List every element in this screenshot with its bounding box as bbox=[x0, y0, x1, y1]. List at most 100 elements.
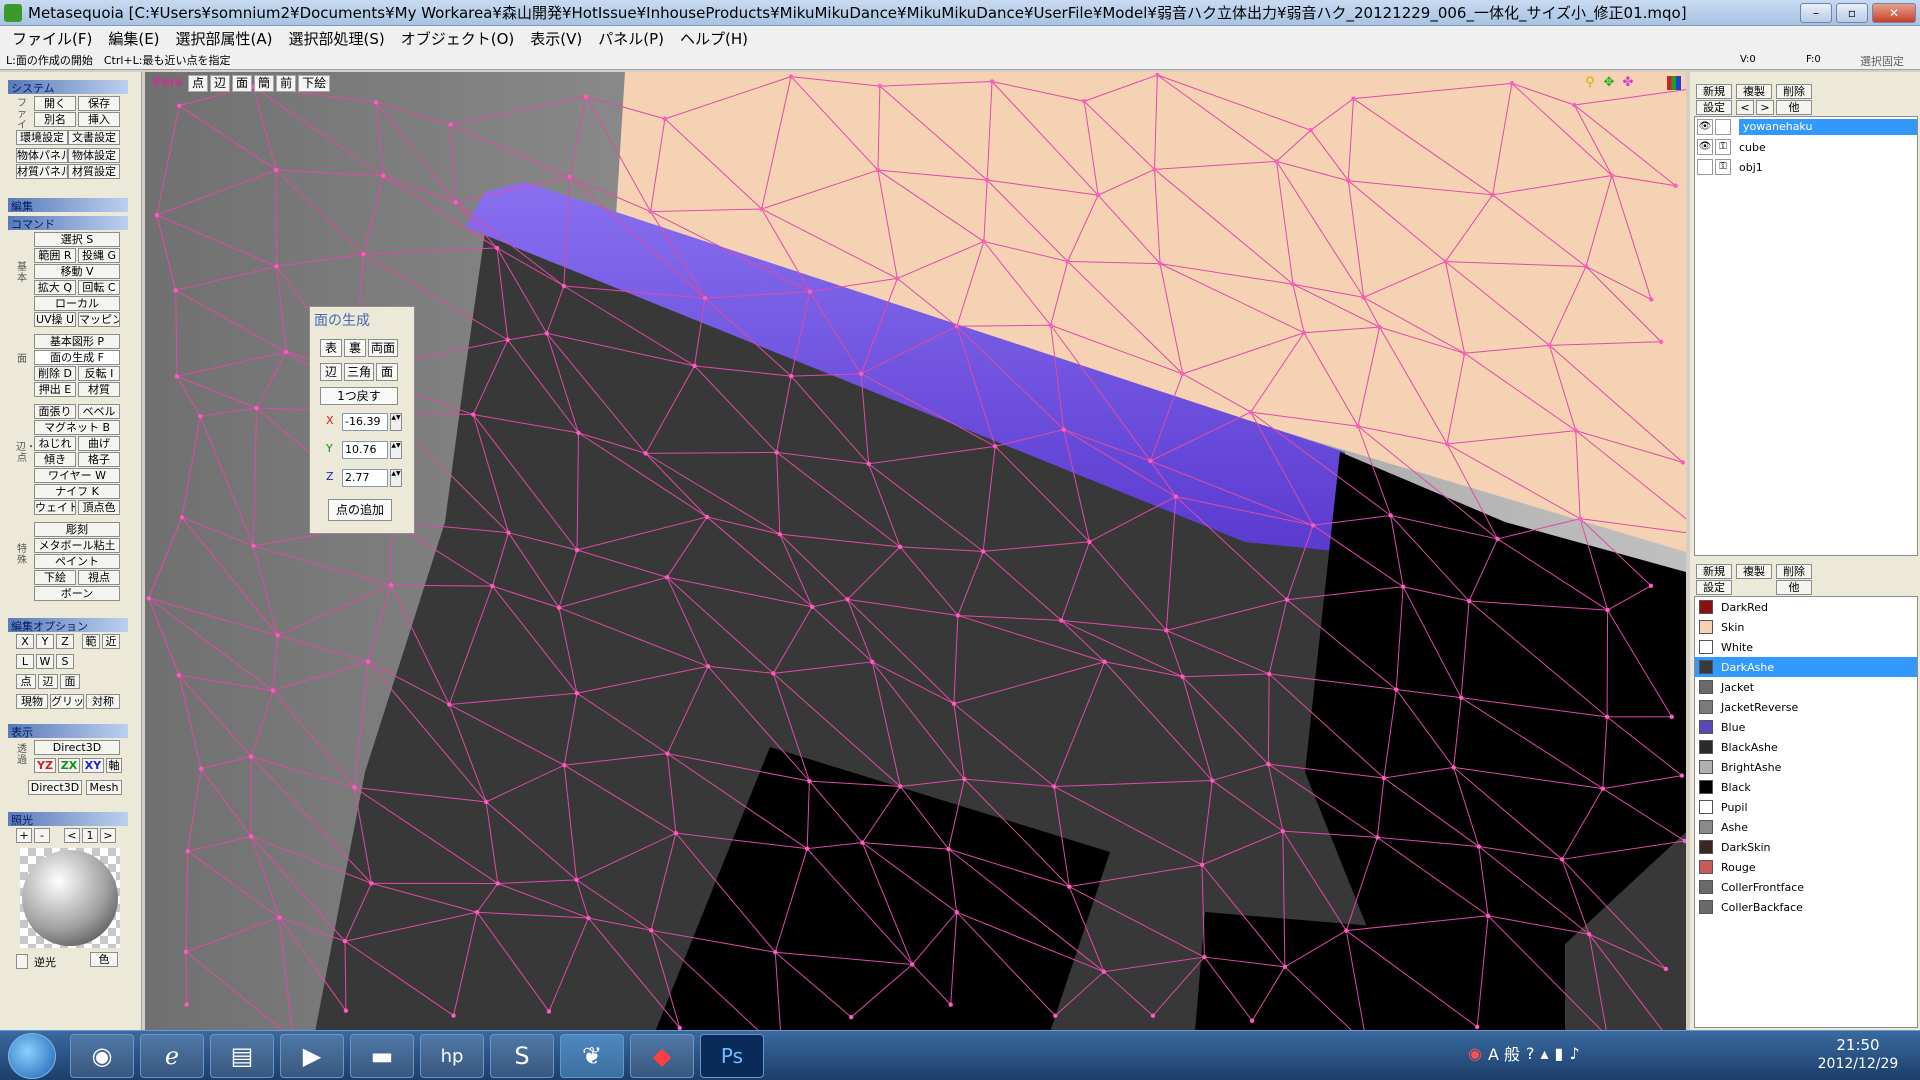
metaball-button[interactable]: メタボール粘土 bbox=[34, 538, 120, 553]
menu-object[interactable]: オブジェクト(O) bbox=[393, 28, 523, 49]
object-delete-button[interactable]: 削除 bbox=[1776, 84, 1812, 99]
material-clone-button[interactable]: 複製 bbox=[1736, 564, 1772, 579]
range-button[interactable]: 範囲 R bbox=[34, 248, 76, 263]
y-coordinate-input[interactable]: 10.76 bbox=[342, 441, 388, 459]
rotate-view-icon[interactable]: ✤ bbox=[1621, 76, 1635, 90]
env-settings-button[interactable]: 環境設定 bbox=[16, 130, 68, 145]
uv-button[interactable]: UV操 U bbox=[34, 312, 76, 327]
mesh-mode-button[interactable]: Mesh bbox=[86, 780, 122, 795]
light-color-button[interactable]: 色 bbox=[90, 952, 118, 967]
doc-settings-button[interactable]: 文書設定 bbox=[68, 130, 120, 145]
face-button[interactable]: 面 bbox=[376, 363, 398, 381]
bend-button[interactable]: 曲げ bbox=[78, 436, 120, 451]
world-w-toggle[interactable]: W bbox=[36, 654, 54, 669]
acrobat-icon[interactable]: ◆ bbox=[630, 1034, 694, 1078]
lock-icon[interactable]: ⚿ bbox=[1715, 159, 1731, 175]
material-row[interactable]: Pupil bbox=[1695, 797, 1917, 817]
both-faces-button[interactable]: 両面 bbox=[368, 339, 398, 357]
lock-icon[interactable] bbox=[1715, 119, 1731, 135]
twist-button[interactable]: ねじれ bbox=[34, 436, 76, 451]
current-object-toggle[interactable]: 現物 bbox=[16, 694, 48, 709]
explorer-icon[interactable]: ▤ bbox=[210, 1034, 274, 1078]
paint-button[interactable]: ペイント bbox=[34, 554, 120, 569]
underlay-button[interactable]: 下絵 bbox=[34, 570, 76, 585]
object-row[interactable]: 👁 yowanehaku bbox=[1695, 117, 1917, 137]
object-panel-button[interactable]: 物体パネル bbox=[16, 148, 68, 163]
ime-mode[interactable]: A 般 bbox=[1488, 1041, 1520, 1065]
weight-button[interactable]: ウェイト bbox=[34, 500, 76, 515]
sculpt-button[interactable]: 彫刻 bbox=[34, 522, 120, 537]
material-assign-button[interactable]: 材質 bbox=[78, 382, 120, 397]
xy-view-button[interactable]: XY bbox=[82, 758, 104, 773]
eye-icon[interactable] bbox=[1697, 159, 1713, 175]
move-button[interactable]: 移動 V bbox=[34, 264, 120, 279]
media-player-icon[interactable]: ▶ bbox=[280, 1034, 344, 1078]
face-stretch-button[interactable]: 面張り bbox=[34, 404, 76, 419]
tray-expand-icon[interactable]: ▴ bbox=[1541, 1044, 1549, 1063]
clock[interactable]: 21:50 2012/12/29 bbox=[1808, 1036, 1908, 1074]
perspective-toggle[interactable]: Pers bbox=[150, 75, 186, 92]
menu-selection-process[interactable]: 選択部処理(S) bbox=[281, 28, 393, 49]
material-row[interactable]: DarkAshe bbox=[1695, 657, 1917, 677]
neighbor-toggle[interactable]: 近 bbox=[102, 634, 120, 649]
material-row[interactable]: Ashe bbox=[1695, 817, 1917, 837]
edge-mode-toggle[interactable]: 辺 bbox=[38, 674, 58, 689]
material-row[interactable]: Rouge bbox=[1695, 857, 1917, 877]
material-row[interactable]: BlackAshe bbox=[1695, 737, 1917, 757]
back-face-button[interactable]: 裏 bbox=[344, 339, 366, 357]
material-panel-button[interactable]: 材質パネル bbox=[16, 164, 68, 179]
undo-one-button[interactable]: 1つ戻す bbox=[320, 387, 398, 405]
hp-icon[interactable]: hp bbox=[420, 1034, 484, 1078]
grid-toggle[interactable]: グリッド bbox=[50, 694, 84, 709]
open-button[interactable]: 開く bbox=[34, 96, 76, 111]
menu-view[interactable]: 表示(V) bbox=[522, 28, 590, 49]
insert-button[interactable]: 挿入 bbox=[78, 112, 120, 127]
bevel-button[interactable]: ベベル bbox=[78, 404, 120, 419]
z-coordinate-input[interactable]: 2.77 bbox=[342, 469, 388, 487]
viewpoint-button[interactable]: 視点 bbox=[78, 570, 120, 585]
object-settings-button[interactable]: 設定 bbox=[1696, 100, 1732, 115]
y-spinner[interactable]: ▲▼ bbox=[390, 441, 402, 459]
triangle-button[interactable]: 三角 bbox=[344, 363, 374, 381]
material-row[interactable]: CollerBackface bbox=[1695, 897, 1917, 917]
material-row[interactable]: JacketReverse bbox=[1695, 697, 1917, 717]
delete-face-button[interactable]: 削除 D bbox=[34, 366, 76, 381]
direct3d-mode-button[interactable]: Direct3D bbox=[28, 780, 82, 795]
underlay-display-toggle[interactable]: 下絵 bbox=[298, 74, 331, 92]
eye-icon[interactable]: 👁 bbox=[1697, 139, 1713, 155]
material-row[interactable]: Black bbox=[1695, 777, 1917, 797]
range-toggle[interactable]: 範 bbox=[82, 634, 100, 649]
extrude-button[interactable]: 押出 E bbox=[34, 382, 76, 397]
object-row[interactable]: 👁 ⚿ cube bbox=[1695, 137, 1917, 157]
object-other-button[interactable]: 他 bbox=[1776, 100, 1812, 115]
chrome-icon[interactable]: ◉ bbox=[70, 1034, 134, 1078]
material-settings-button[interactable]: 設定 bbox=[1696, 580, 1732, 595]
backlight-checkbox[interactable] bbox=[16, 954, 28, 969]
basic-shape-button[interactable]: 基本図形 P bbox=[34, 334, 120, 349]
menu-help[interactable]: ヘルプ(H) bbox=[672, 28, 756, 49]
lock-selection-button[interactable]: 選択固定 bbox=[1860, 53, 1904, 69]
s-app-icon[interactable]: S bbox=[490, 1034, 554, 1078]
select-button[interactable]: 選択 S bbox=[34, 232, 120, 247]
vertex-display-toggle[interactable]: 点 bbox=[188, 74, 209, 92]
volume-icon[interactable]: ♪ bbox=[1569, 1044, 1579, 1063]
material-delete-button[interactable]: 削除 bbox=[1776, 564, 1812, 579]
material-row[interactable]: BrightAshe bbox=[1695, 757, 1917, 777]
light-next-button[interactable]: > bbox=[100, 828, 116, 843]
x-spinner[interactable]: ▲▼ bbox=[390, 413, 402, 431]
maximize-button[interactable]: ▫ bbox=[1836, 2, 1868, 23]
help-icon[interactable]: ? bbox=[1526, 1044, 1535, 1063]
direct3d-button[interactable]: Direct3D bbox=[34, 740, 120, 755]
symmetry-toggle[interactable]: 対称 bbox=[86, 694, 120, 709]
wire-button[interactable]: ワイヤー W bbox=[34, 468, 120, 483]
material-other-button[interactable]: 他 bbox=[1776, 580, 1812, 595]
reverse-face-button[interactable]: 反転 I bbox=[78, 366, 120, 381]
lock-icon[interactable]: ⚿ bbox=[1715, 139, 1731, 155]
zx-view-button[interactable]: ZX bbox=[58, 758, 80, 773]
local-button[interactable]: ローカル bbox=[34, 296, 120, 311]
axis-toggle[interactable]: 軸 bbox=[106, 758, 122, 773]
save-as-button[interactable]: 別名 bbox=[34, 112, 76, 127]
material-row[interactable]: DarkRed bbox=[1695, 597, 1917, 617]
x-coordinate-input[interactable]: -16.39 bbox=[342, 413, 388, 431]
object-settings-button[interactable]: 物体設定 bbox=[68, 148, 120, 163]
